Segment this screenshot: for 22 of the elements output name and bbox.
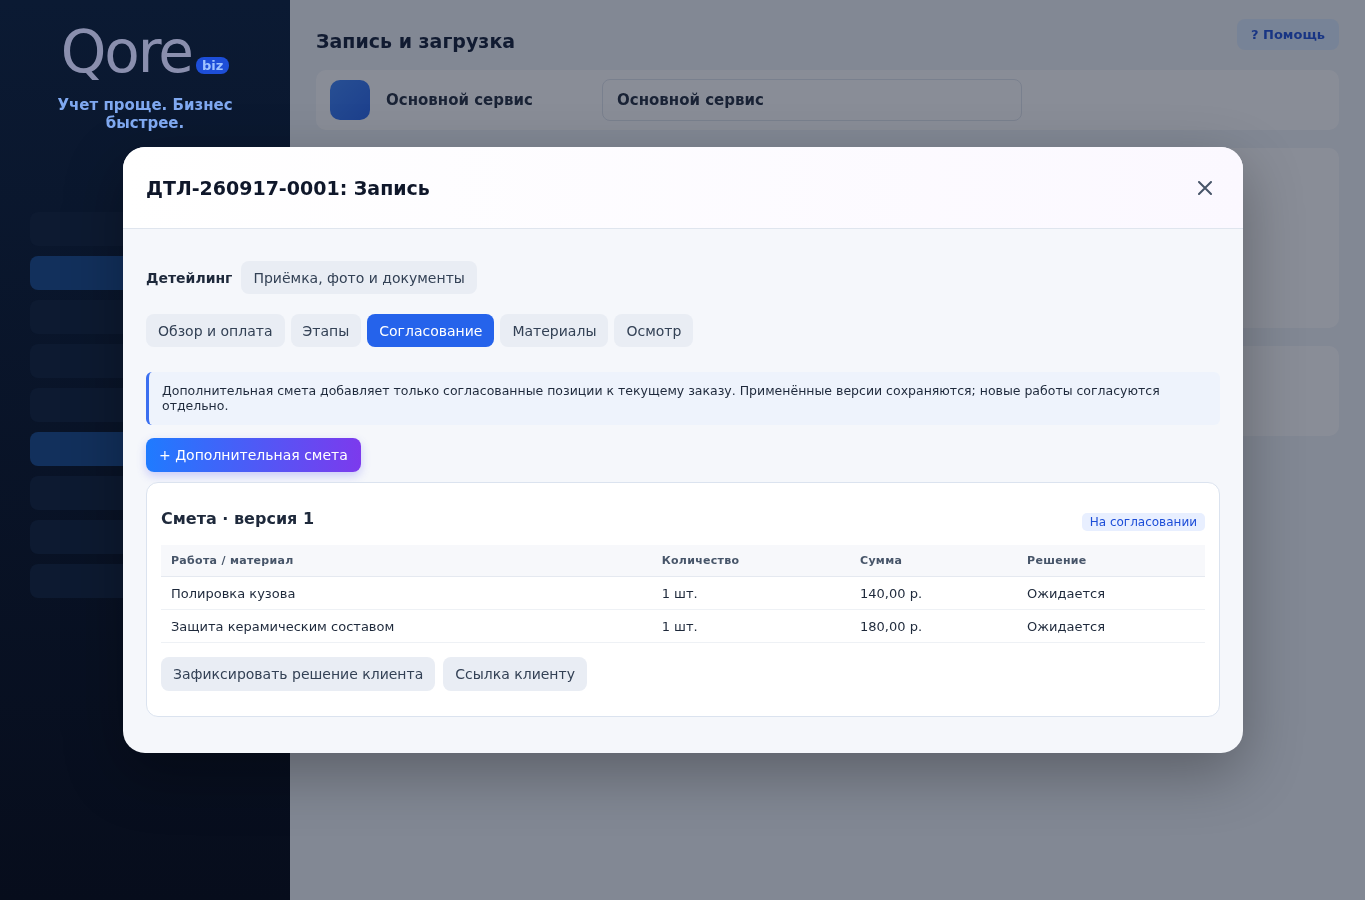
- table-cell: Ожидается: [1017, 576, 1205, 610]
- table-cell: Полировка кузова: [161, 576, 652, 610]
- column-header: Работа / материал: [161, 545, 652, 577]
- table-cell: Ожидается: [1017, 609, 1205, 643]
- table-cell: 1 шт.: [651, 609, 851, 643]
- estimate-title: Смета · версия 1: [161, 508, 315, 528]
- dialog-title: ДТЛ-260917-0001: Запись: [146, 176, 430, 199]
- logo-suffix: biz: [196, 57, 230, 74]
- logo-text: Qore: [60, 18, 193, 86]
- table-cell: 140,00 р.: [850, 576, 1018, 610]
- table-cell: 180,00 р.: [850, 609, 1018, 643]
- tagline: Учет проще. Бизнес быстрее.: [56, 96, 234, 132]
- page-title: Запись и загрузка: [316, 30, 516, 52]
- column-header: Решение: [1017, 545, 1205, 577]
- column-header: Количество: [651, 545, 851, 577]
- section-label: Детейлинг: [146, 269, 233, 286]
- status-badge: На согласовании: [1081, 513, 1205, 531]
- location-name: Основной сервис: [386, 91, 534, 109]
- column-header: Сумма: [850, 545, 1018, 577]
- table-cell: 1 шт.: [651, 576, 851, 610]
- table-cell: Защита керамическим составом: [161, 609, 652, 643]
- info-notice: Дополнительная смета добавляет только согласованные позиции к текущему заказу. Применённые версии сохраняются; новые работы согласуются отдельно.: [146, 372, 1220, 425]
